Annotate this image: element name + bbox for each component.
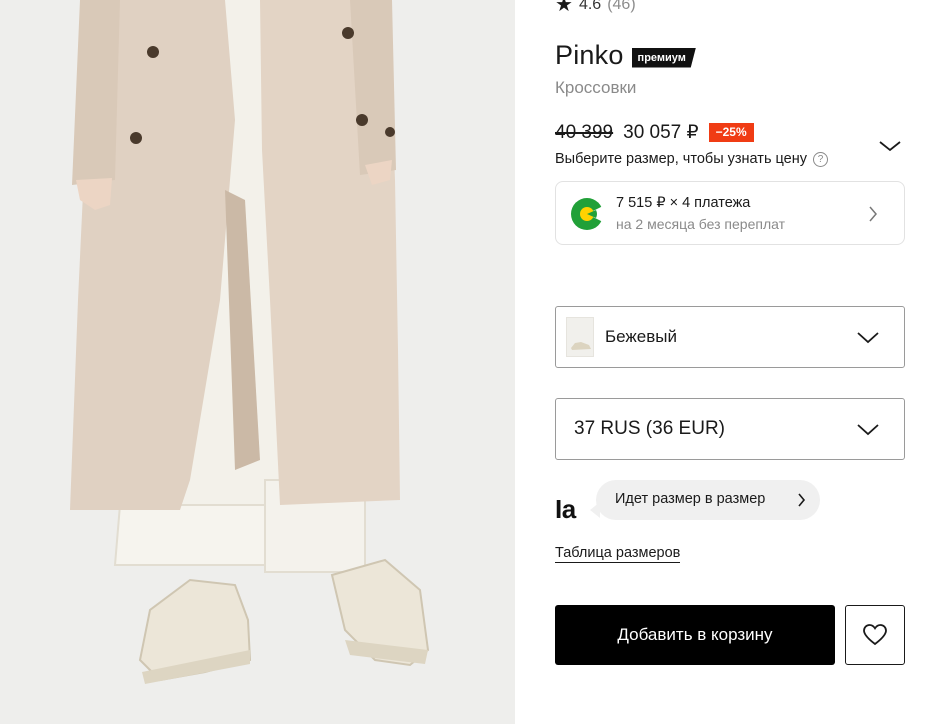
star-icon: ★ [555,0,573,16]
brand-name[interactable]: Pinko [555,40,624,71]
old-price: 40 399 [555,121,614,143]
chevron-down-icon [857,332,879,344]
chevron-right-icon [869,206,877,222]
size-value: 37 RUS (36 EUR) [574,418,725,439]
chevron-down-icon[interactable] [877,136,903,156]
premium-badge: премиум [631,47,696,68]
add-to-cart-button[interactable]: Добавить в корзину [555,605,835,665]
installment-amount: 7 515 ₽ × 4 платежа [616,195,751,211]
reviews-count[interactable]: (46) [607,0,635,14]
product-category: Кроссовки [555,78,637,97]
installment-terms: на 2 месяца без переплат [616,216,785,232]
color-value: Бежевый [605,327,677,346]
size-table-link[interactable]: Таблица размеров [555,545,681,563]
price-row: 40 399 30 057 ₽ −25% [555,121,754,144]
fit-bubble[interactable]: Идет размер в размер [590,480,820,520]
shoe-thumbnail-icon [571,342,591,350]
heart-icon [863,624,887,646]
color-thumbnail [566,317,594,357]
discount-badge: −25% [708,123,754,142]
size-price-hint: Выберите размер, чтобы узнать цену ? [555,151,828,167]
installment-card[interactable]: 7 515 ₽ × 4 платежа на 2 месяца без пере… [555,181,905,245]
color-select[interactable]: Бежевый [555,306,905,368]
rating[interactable]: ★ 4.6 (46) [555,0,636,15]
size-select[interactable]: 37 RUS (36 EUR) [555,398,905,460]
chevron-down-icon [857,424,879,436]
current-price: 30 057 ₽ [623,122,699,143]
chevron-right-icon [798,493,806,507]
size-hint-text: Выберите размер, чтобы узнать цену [555,151,807,167]
fit-logo: Ia [555,494,576,524]
product-photo[interactable] [0,0,515,724]
installment-logo-icon [571,198,604,230]
fit-text: Идет размер в размер [615,491,766,507]
rating-value: 4.6 [578,0,602,13]
product-info-panel: ★ 4.6 (46) Pinko премиум Кроссовки 40 39… [515,0,945,724]
brand-row: Pinko премиум [555,40,696,71]
help-icon[interactable]: ? [813,151,828,167]
favorite-button[interactable] [845,605,905,665]
